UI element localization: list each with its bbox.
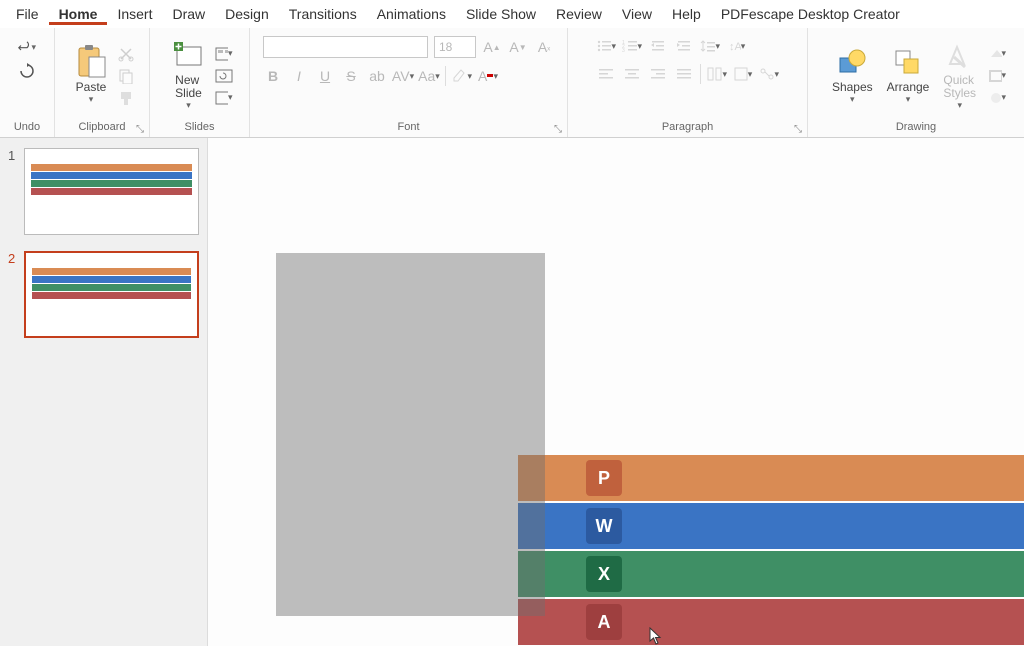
separator bbox=[445, 66, 446, 86]
arrange-label: Arrange bbox=[887, 80, 930, 94]
new-slide-label: New Slide bbox=[175, 74, 202, 100]
redo-button[interactable] bbox=[18, 62, 36, 80]
italic-button[interactable]: I bbox=[289, 66, 309, 86]
shapes-button[interactable]: Shapes▾ bbox=[826, 46, 879, 105]
layout-button[interactable]: ▾ bbox=[215, 45, 233, 63]
arrange-button[interactable]: Arrange▾ bbox=[881, 46, 936, 105]
arrange-icon bbox=[892, 46, 924, 78]
group-label-undo: Undo bbox=[6, 119, 48, 135]
group-label-drawing: Drawing bbox=[814, 119, 1018, 135]
increase-indent-button[interactable] bbox=[674, 36, 694, 56]
access-icon: A bbox=[586, 604, 622, 640]
reset-button[interactable] bbox=[215, 67, 233, 85]
paste-button[interactable]: Paste ▾ bbox=[69, 46, 113, 105]
numbering-button[interactable]: 123▾ bbox=[622, 36, 642, 56]
svg-text:3: 3 bbox=[622, 48, 625, 53]
thumb-preview bbox=[24, 251, 199, 338]
separator bbox=[700, 64, 701, 84]
cut-button[interactable] bbox=[117, 45, 135, 63]
quick-styles-button[interactable]: Quick Styles▾ bbox=[937, 40, 982, 110]
group-label-font: Font bbox=[256, 119, 561, 135]
quick-styles-icon bbox=[944, 40, 976, 72]
powerpoint-icon: P bbox=[586, 460, 622, 496]
font-size-combo[interactable]: 18 bbox=[434, 36, 476, 58]
clear-format-button[interactable]: Aₓ bbox=[534, 37, 554, 57]
thumbnail-2[interactable]: 2 bbox=[8, 251, 199, 338]
group-paragraph: ▾ 123▾ ▾ ↕A▾ ▾ ▾ ▾ Paragraph ⤡ bbox=[568, 28, 808, 137]
copy-button[interactable] bbox=[117, 67, 135, 85]
menu-view[interactable]: View bbox=[612, 4, 662, 24]
bullets-button[interactable]: ▾ bbox=[596, 36, 616, 56]
change-case-button[interactable]: Aa▾ bbox=[419, 66, 439, 86]
paragraph-dialog-launcher[interactable]: ⤡ bbox=[794, 124, 804, 134]
menu-home[interactable]: Home bbox=[49, 4, 108, 25]
menu-slideshow[interactable]: Slide Show bbox=[456, 4, 546, 24]
ribbon: ▾ Undo Paste ▾ Clipboard ⤡ bbox=[0, 28, 1024, 138]
align-center-button[interactable] bbox=[622, 64, 642, 84]
new-slide-button[interactable]: New Slide ▾ bbox=[167, 40, 211, 111]
menu-transitions[interactable]: Transitions bbox=[279, 4, 367, 24]
shape-outline-button[interactable]: ▾ bbox=[988, 67, 1006, 85]
menu-animations[interactable]: Animations bbox=[367, 4, 456, 24]
thumb-preview bbox=[24, 148, 199, 235]
paste-label: Paste bbox=[76, 80, 107, 94]
paste-icon bbox=[75, 46, 107, 78]
group-label-slides: Slides bbox=[156, 119, 243, 135]
char-spacing-button[interactable]: AV▾ bbox=[393, 66, 413, 86]
svg-text:↕A: ↕A bbox=[729, 41, 741, 53]
line-spacing-button[interactable]: ▾ bbox=[700, 36, 720, 56]
menu-review[interactable]: Review bbox=[546, 4, 612, 24]
decrease-font-button[interactable]: A▼ bbox=[508, 37, 528, 57]
align-right-button[interactable] bbox=[648, 64, 668, 84]
menu-file[interactable]: File bbox=[6, 4, 49, 24]
font-dialog-launcher[interactable]: ⤡ bbox=[554, 124, 564, 134]
shadow-button[interactable]: ab bbox=[367, 66, 387, 86]
shape-effects-button[interactable]: ▾ bbox=[988, 89, 1006, 107]
menu-bar: File Home Insert Draw Design Transitions… bbox=[0, 0, 1024, 28]
group-slides: New Slide ▾ ▾ ▾ Slides bbox=[150, 28, 250, 137]
strike-button[interactable]: S bbox=[341, 66, 361, 86]
text-direction-button[interactable]: ↕A▾ bbox=[726, 36, 746, 56]
align-text-button[interactable]: ▾ bbox=[733, 64, 753, 84]
new-slide-icon bbox=[173, 40, 205, 72]
shape-fill-button[interactable]: ▾ bbox=[988, 45, 1006, 63]
thumb-number: 1 bbox=[8, 148, 24, 235]
group-undo: ▾ Undo bbox=[0, 28, 55, 137]
decrease-indent-button[interactable] bbox=[648, 36, 668, 56]
format-painter-button[interactable] bbox=[117, 89, 135, 107]
word-icon: W bbox=[586, 508, 622, 544]
highlight-button[interactable]: ▾ bbox=[452, 66, 472, 86]
group-font: 18 A▲ A▼ Aₓ B I U S ab AV▾ Aa▾ ▾ A▾ Font… bbox=[250, 28, 568, 137]
increase-font-button[interactable]: A▲ bbox=[482, 37, 502, 57]
group-drawing: Shapes▾ Arrange▾ Quick Styles▾ ▾ ▾ ▾ Dra… bbox=[808, 28, 1024, 137]
undo-button[interactable]: ▾ bbox=[18, 38, 36, 56]
font-color-button[interactable]: A▾ bbox=[478, 66, 498, 86]
shapes-icon bbox=[836, 46, 868, 78]
group-clipboard: Paste ▾ Clipboard ⤡ bbox=[55, 28, 150, 137]
menu-insert[interactable]: Insert bbox=[107, 4, 162, 24]
clipboard-dialog-launcher[interactable]: ⤡ bbox=[136, 124, 146, 134]
font-family-combo[interactable] bbox=[263, 36, 428, 58]
quick-styles-label: Quick Styles bbox=[943, 74, 976, 99]
menu-design[interactable]: Design bbox=[215, 4, 279, 24]
excel-icon: X bbox=[586, 556, 622, 592]
bold-button[interactable]: B bbox=[263, 66, 283, 86]
section-button[interactable]: ▾ bbox=[215, 89, 233, 107]
shapes-label: Shapes bbox=[832, 80, 873, 94]
thumbnail-1[interactable]: 1 bbox=[8, 148, 199, 235]
menu-pdfescape[interactable]: PDFescape Desktop Creator bbox=[711, 4, 910, 24]
underline-button[interactable]: U bbox=[315, 66, 335, 86]
group-label-clipboard: Clipboard bbox=[61, 119, 143, 135]
group-label-paragraph: Paragraph bbox=[574, 119, 801, 135]
align-left-button[interactable] bbox=[596, 64, 616, 84]
drag-overlay-rectangle[interactable] bbox=[276, 253, 545, 616]
thumb-number: 2 bbox=[8, 251, 24, 338]
justify-button[interactable] bbox=[674, 64, 694, 84]
font-size-value: 18 bbox=[439, 40, 452, 54]
menu-help[interactable]: Help bbox=[662, 4, 711, 24]
columns-button[interactable]: ▾ bbox=[707, 64, 727, 84]
slide-thumbnail-panel: 1 2 bbox=[0, 138, 208, 646]
menu-draw[interactable]: Draw bbox=[162, 4, 215, 24]
smartart-button[interactable]: ▾ bbox=[759, 64, 779, 84]
